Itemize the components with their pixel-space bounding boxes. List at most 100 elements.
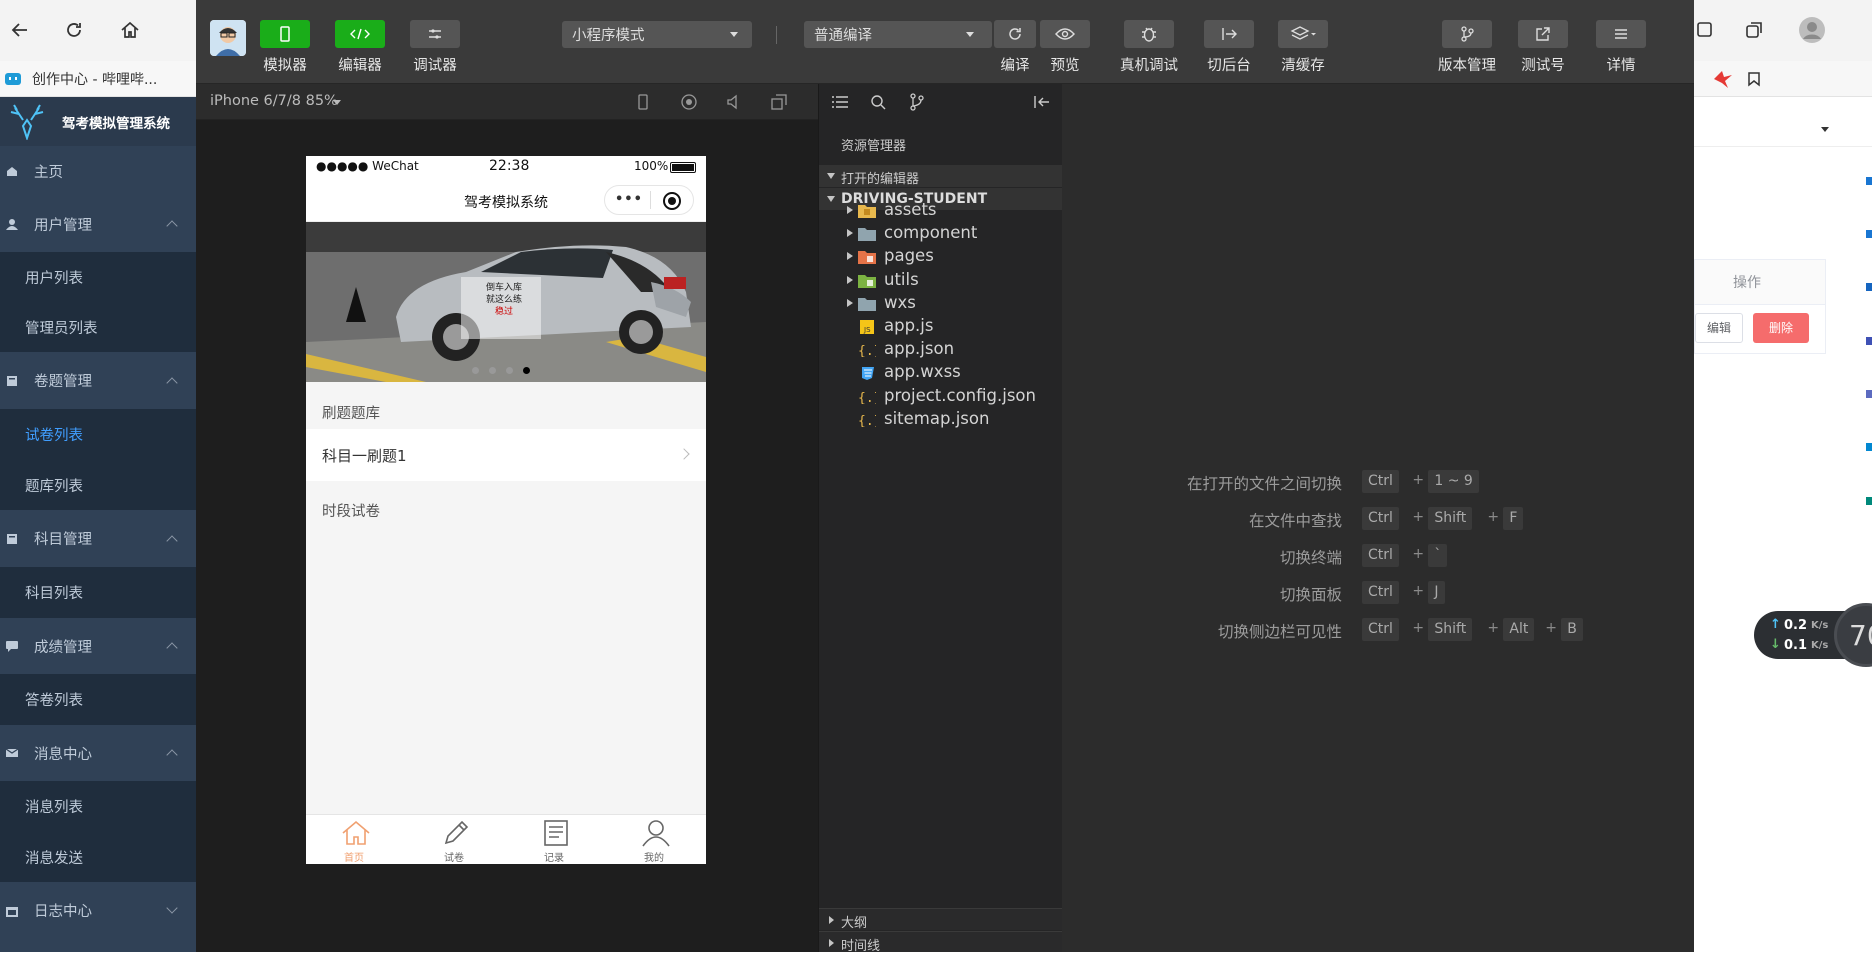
sidebar-subitem[interactable]: 消息列表 bbox=[0, 781, 196, 832]
volume-icon[interactable] bbox=[724, 93, 742, 111]
outline-section[interactable]: 大纲 bbox=[819, 908, 1063, 931]
table-row: 编辑 删除 bbox=[1694, 304, 1826, 354]
user-icon bbox=[6, 219, 18, 230]
device-rotate-icon[interactable] bbox=[634, 93, 652, 111]
source-control-icon[interactable] bbox=[909, 93, 925, 111]
sidebar-item-label: 用户管理 bbox=[34, 217, 92, 234]
banner-swiper[interactable]: 倒车入库 就这么练 稳过 bbox=[306, 222, 706, 382]
section-title: 刷题题库 bbox=[322, 406, 380, 422]
folder-icon bbox=[858, 274, 876, 288]
editor-toggle[interactable] bbox=[335, 20, 385, 48]
sidebar-item[interactable]: 主页 bbox=[0, 146, 196, 196]
compile-button[interactable] bbox=[994, 20, 1036, 48]
key-cap: Ctrl bbox=[1362, 544, 1399, 567]
sidebar-item[interactable]: 成绩管理 bbox=[0, 618, 196, 674]
sidebar-item-label: 消息列表 bbox=[25, 800, 83, 816]
debugger-toggle[interactable] bbox=[410, 20, 460, 48]
tab-mine[interactable]: 我的 bbox=[606, 815, 706, 864]
profile-avatar[interactable] bbox=[1794, 12, 1830, 48]
sidebar-item-label: 试卷列表 bbox=[25, 428, 83, 444]
chevron-up-icon bbox=[166, 642, 178, 654]
sidebar-subitem[interactable]: 管理员列表 bbox=[0, 302, 196, 352]
sidebar-item-label: 消息中心 bbox=[34, 746, 92, 763]
tab-home[interactable]: 首页 bbox=[306, 815, 406, 864]
tab-bar: 首页 试卷 记录 我的 bbox=[306, 814, 706, 864]
sidebar-subitem[interactable]: 用户列表 bbox=[0, 252, 196, 302]
key-cap: Ctrl bbox=[1362, 581, 1399, 604]
open-editors-section[interactable]: 打开的编辑器 bbox=[819, 165, 1063, 187]
sidebar-item[interactable]: 用户管理 bbox=[0, 196, 196, 252]
download-arrow-icon: ↓ bbox=[1770, 637, 1781, 652]
bookmark-creator-center[interactable]: 创作中心 - 哔哩哔... bbox=[32, 69, 157, 89]
key-cap: J bbox=[1428, 581, 1445, 604]
record-icon[interactable] bbox=[680, 93, 698, 111]
search-icon[interactable] bbox=[870, 94, 886, 110]
shortcut-description: 在文件中查找 bbox=[1248, 512, 1342, 530]
compile-mode-select[interactable]: 普通编译 bbox=[804, 21, 992, 48]
back-icon[interactable] bbox=[2, 12, 38, 48]
sidebar-item[interactable]: 卷题管理 bbox=[0, 352, 196, 409]
tab-records[interactable]: 记录 bbox=[506, 815, 606, 864]
timeline-section[interactable]: 时间线 bbox=[819, 931, 1063, 954]
chevron-down-icon[interactable] bbox=[333, 100, 341, 105]
key-cap: Ctrl bbox=[1362, 618, 1399, 641]
eye-icon bbox=[1055, 28, 1075, 40]
admin-logo: 驾考模拟管理系统 bbox=[0, 97, 196, 146]
shortcut-hint: 在打开的文件之间切换 Ctrl +1 ~ 9 bbox=[1062, 470, 1694, 494]
reload-icon[interactable] bbox=[56, 12, 92, 48]
explorer-title: 资源管理器 bbox=[841, 139, 907, 154]
list-icon[interactable] bbox=[831, 94, 849, 110]
popout-icon[interactable] bbox=[770, 93, 788, 111]
sidebar-item-label: 消息发送 bbox=[25, 850, 83, 867]
device-select[interactable]: iPhone 6/7/8 85% bbox=[210, 93, 338, 109]
tree-file[interactable]: {.} sitemap.json bbox=[819, 406, 1063, 433]
phone-icon bbox=[280, 26, 290, 42]
sidebar-item-label: 科目列表 bbox=[25, 586, 83, 602]
user-icon bbox=[642, 820, 670, 847]
sidebar-item[interactable]: 科目管理 bbox=[0, 510, 196, 567]
collapse-panel-icon[interactable] bbox=[1033, 94, 1051, 110]
sidebar-subitem[interactable]: 题库列表 bbox=[0, 460, 196, 510]
chevron-right-icon bbox=[847, 252, 853, 261]
tab-exam[interactable]: 试卷 bbox=[406, 815, 506, 864]
javascript-file-icon: JS bbox=[860, 320, 874, 334]
list-item[interactable]: 科目一刷题1 bbox=[306, 429, 706, 481]
chevron-down-icon[interactable] bbox=[1821, 127, 1829, 132]
external-link-icon bbox=[1536, 27, 1550, 41]
net-up-unit: K/s bbox=[1811, 620, 1829, 631]
sidebar-item-label: 用户列表 bbox=[25, 270, 83, 287]
simulator-toggle[interactable] bbox=[260, 20, 310, 48]
sidebar-subitem[interactable]: 答卷列表 bbox=[0, 674, 196, 725]
sidebar-subitem[interactable]: 消息发送 bbox=[0, 832, 196, 882]
sidebar-item-label: 日志中心 bbox=[34, 904, 92, 920]
open-editors-label: 打开的编辑器 bbox=[841, 172, 920, 187]
background-button[interactable] bbox=[1204, 20, 1254, 48]
bird-icon[interactable] bbox=[1712, 69, 1734, 89]
details-button[interactable] bbox=[1596, 20, 1646, 48]
chevron-down-icon bbox=[966, 32, 974, 37]
sidebar-subitem[interactable]: 科目列表 bbox=[0, 567, 196, 618]
chevron-right-icon bbox=[847, 229, 853, 238]
admin-title: 驾考模拟管理系统 bbox=[62, 116, 170, 132]
avatar[interactable] bbox=[210, 20, 246, 56]
remote-debug-button[interactable] bbox=[1124, 20, 1174, 48]
bookmark-icon[interactable] bbox=[1746, 71, 1762, 87]
sidebar-item[interactable]: 消息中心 bbox=[0, 725, 196, 781]
clear-cache-button[interactable] bbox=[1278, 20, 1328, 48]
tab-label: 记录 bbox=[544, 853, 564, 864]
close-mini-program-icon[interactable] bbox=[663, 192, 681, 210]
delete-button[interactable]: 删除 bbox=[1753, 313, 1809, 343]
preview-button[interactable] bbox=[1040, 20, 1090, 48]
version-button[interactable] bbox=[1442, 20, 1492, 48]
more-icon[interactable]: ••• bbox=[615, 192, 643, 207]
home-icon bbox=[7, 167, 17, 176]
sliders-icon bbox=[429, 29, 441, 39]
collections-icon[interactable] bbox=[1736, 12, 1772, 48]
mode-select[interactable]: 小程序模式 bbox=[562, 21, 752, 48]
sidebar-item[interactable]: 日志中心 bbox=[0, 882, 196, 939]
refresh-icon bbox=[1009, 28, 1021, 40]
edit-button[interactable]: 编辑 bbox=[1695, 313, 1743, 343]
sidebar-subitem[interactable]: 试卷列表 bbox=[0, 409, 196, 460]
test-account-button[interactable] bbox=[1518, 20, 1568, 48]
home-icon[interactable] bbox=[112, 12, 148, 48]
